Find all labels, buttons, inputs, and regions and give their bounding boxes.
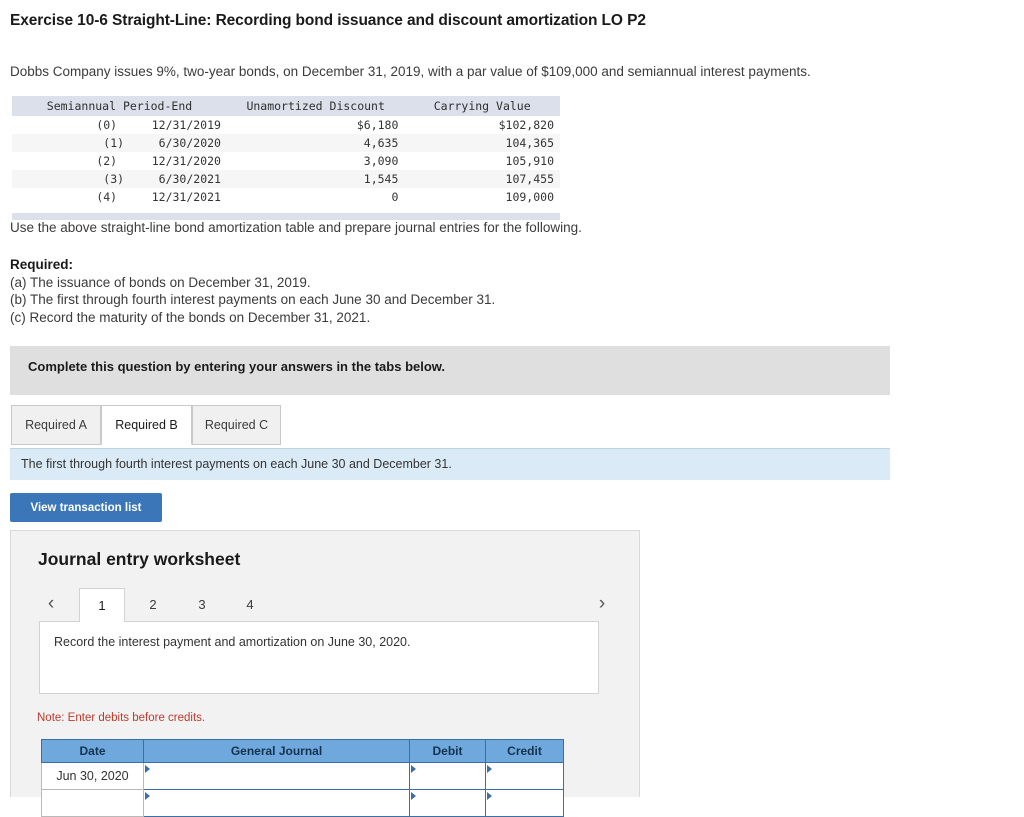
amortization-cell-carrying: 105,910 xyxy=(505,154,554,168)
instruction-bar: The first through fourth interest paymen… xyxy=(10,448,890,480)
journal-cell-general-journal[interactable] xyxy=(143,789,410,817)
journal-entry-worksheet-panel: Journal entry worksheet ‹ 1 2 3 4 › Reco… xyxy=(10,530,641,817)
journal-cell-general-journal[interactable] xyxy=(143,762,410,790)
amortization-row-index: (3) xyxy=(103,172,125,186)
table-row: (0) 12/31/2019 $6,180 $102,820 xyxy=(12,116,560,134)
amortization-cell-discount: 0 xyxy=(391,190,399,204)
amortization-cell-carrying: $102,820 xyxy=(498,118,554,132)
worksheet-page-3[interactable]: 3 xyxy=(179,588,225,622)
worksheet-pager: ‹ 1 2 3 4 › xyxy=(11,588,641,622)
journal-entry-table-body: Jun 30, 2020 xyxy=(41,762,564,817)
dropdown-caret-icon xyxy=(487,765,492,773)
journal-cell-date[interactable]: Jun 30, 2020 xyxy=(41,762,144,790)
amortization-row-date: 12/31/2020 xyxy=(151,154,221,168)
amortization-header-carrying: Carrying Value xyxy=(404,96,560,116)
instruction-bar-text: The first through fourth interest paymen… xyxy=(21,457,452,471)
amortization-table: Semiannual Period-End Unamortized Discou… xyxy=(12,96,560,206)
amortization-cell-discount: 4,635 xyxy=(226,134,405,152)
chevron-left-icon[interactable]: ‹ xyxy=(38,590,64,618)
dropdown-caret-icon xyxy=(145,792,150,800)
table-row: Jun 30, 2020 xyxy=(41,762,564,790)
journal-cell-credit[interactable] xyxy=(485,762,564,790)
amortization-cell-period: (4) 12/31/2021 xyxy=(12,188,227,206)
amortization-cell-period: (3) 6/30/2021 xyxy=(12,170,227,188)
table-row: (3) 6/30/2021 1,545 107,455 xyxy=(12,170,560,188)
journal-cell-debit[interactable] xyxy=(409,789,486,817)
amortization-cell-period: (1) 6/30/2020 xyxy=(12,134,227,152)
amortization-row-date: 6/30/2020 xyxy=(158,136,221,150)
tab-required-b[interactable]: Required B xyxy=(101,405,192,445)
journal-entry-table-wrapper: Date General Journal Debit Credit Jun 30… xyxy=(41,739,564,817)
worksheet-title: Journal entry worksheet xyxy=(38,549,241,569)
chevron-right-icon[interactable]: › xyxy=(589,590,615,618)
dropdown-caret-icon xyxy=(145,765,150,773)
amortization-row-date: 12/31/2021 xyxy=(151,190,221,204)
required-item-b: (b) The first through fourth interest pa… xyxy=(10,292,496,307)
table-row xyxy=(41,789,564,817)
journal-entry-table: Date General Journal Debit Credit Jun 30… xyxy=(41,739,564,817)
use-above-instruction: Use the above straight-line bond amortiz… xyxy=(10,220,582,235)
amortization-table-footer-bar xyxy=(12,213,560,220)
table-row: (2) 12/31/2020 3,090 105,910 xyxy=(12,152,560,170)
amortization-cell-carrying: 109,000 xyxy=(505,190,554,204)
amortization-cell-discount: 3,090 xyxy=(363,154,399,168)
journal-cell-date[interactable] xyxy=(41,789,144,817)
tab-required-c[interactable]: Required C xyxy=(192,405,281,445)
amortization-row-index: (2) xyxy=(96,154,118,168)
amortization-row-index: (1) xyxy=(103,136,125,150)
amortization-cell-period: (0) 12/31/2019 xyxy=(12,116,227,134)
page-title: Exercise 10-6 Straight-Line: Recording b… xyxy=(10,12,646,29)
amortization-table-head: Semiannual Period-End Unamortized Discou… xyxy=(12,96,560,116)
amortization-table-wrapper: Semiannual Period-End Unamortized Discou… xyxy=(12,96,560,220)
dropdown-caret-icon xyxy=(487,792,492,800)
view-transaction-list-button[interactable]: View transaction list xyxy=(10,493,162,522)
dropdown-caret-icon xyxy=(411,765,416,773)
complete-question-banner-text: Complete this question by entering your … xyxy=(28,359,446,374)
exercise-intro-text: Dobbs Company issues 9%, two-year bonds,… xyxy=(10,64,811,79)
required-block: Required: (a) The issuance of bonds on D… xyxy=(10,256,495,326)
amortization-cell-carrying: 107,455 xyxy=(404,170,560,188)
journal-header-general-journal: General Journal xyxy=(143,739,410,763)
journal-entry-header-row: Date General Journal Debit Credit xyxy=(41,739,564,763)
amortization-cell-discount: 1,545 xyxy=(226,170,405,188)
worksheet-page-1[interactable]: 1 xyxy=(79,588,125,622)
journal-entry-table-head: Date General Journal Debit Credit xyxy=(41,739,564,763)
amortization-row-date: 6/30/2021 xyxy=(158,172,221,186)
complete-question-banner: Complete this question by entering your … xyxy=(10,346,890,395)
required-item-a: (a) The issuance of bonds on December 31… xyxy=(10,274,311,290)
amortization-header-discount: Unamortized Discount xyxy=(226,96,405,116)
amortization-cell-discount: $6,180 xyxy=(356,118,399,132)
journal-header-debit: Debit xyxy=(409,739,486,763)
amortization-table-body: (0) 12/31/2019 $6,180 $102,820 (1) 6/30/… xyxy=(12,116,560,206)
worksheet-page-2[interactable]: 2 xyxy=(130,588,176,622)
journal-header-date: Date xyxy=(41,739,144,763)
table-row: (4) 12/31/2021 0 109,000 xyxy=(12,188,560,206)
record-instruction-text: Record the interest payment and amortiza… xyxy=(54,635,411,649)
required-heading: Required: xyxy=(10,257,74,272)
amortization-row-index: (4) xyxy=(96,190,118,204)
worksheet-page-4[interactable]: 4 xyxy=(227,588,273,622)
table-row: (1) 6/30/2020 4,635 104,365 xyxy=(12,134,560,152)
amortization-cell-carrying: 104,365 xyxy=(404,134,560,152)
tab-required-a[interactable]: Required A xyxy=(11,405,101,445)
amortization-cell-period: (2) 12/31/2020 xyxy=(12,152,227,170)
dropdown-caret-icon xyxy=(411,792,416,800)
journal-header-credit: Credit xyxy=(485,739,564,763)
amortization-header-period: Semiannual Period-End xyxy=(12,96,227,116)
exercise-page: Exercise 10-6 Straight-Line: Recording b… xyxy=(0,0,1024,817)
amortization-row-index: (0) xyxy=(96,118,118,132)
debits-before-credits-note: Note: Enter debits before credits. xyxy=(37,712,206,724)
amortization-row-date: 12/31/2019 xyxy=(151,118,221,132)
record-instruction-box: Record the interest payment and amortiza… xyxy=(39,621,599,694)
required-item-c: (c) Record the maturity of the bonds on … xyxy=(10,309,371,325)
journal-cell-credit[interactable] xyxy=(485,789,564,817)
amortization-header-row: Semiannual Period-End Unamortized Discou… xyxy=(12,96,560,116)
journal-cell-debit[interactable] xyxy=(409,762,486,790)
